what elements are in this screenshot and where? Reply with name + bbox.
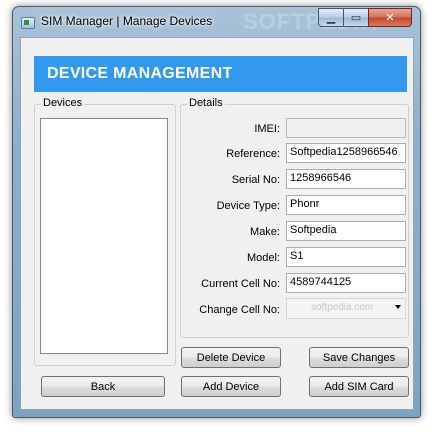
title-bar[interactable]: SIM Manager | Manage Devices SOFTPEDIA ▁… [13, 7, 420, 37]
imei-label: IMEI: [254, 123, 280, 135]
add-sim-card-button[interactable]: Add SIM Card [309, 376, 409, 397]
minimize-icon: ▁ [326, 12, 336, 24]
app-icon [21, 17, 35, 29]
serial-label: Serial No: [231, 174, 280, 186]
app-window: SIM Manager | Manage Devices SOFTPEDIA ▁… [12, 6, 421, 418]
devices-group-label: Devices [41, 97, 85, 109]
window-title: SIM Manager | Manage Devices [41, 14, 213, 28]
make-field[interactable]: Softpedia [286, 221, 406, 241]
current-cell-label: Current Cell No: [201, 278, 280, 290]
delete-device-button[interactable]: Delete Device [181, 347, 281, 368]
serial-field[interactable]: 1258966546 [286, 169, 406, 189]
maximize-button[interactable]: ▭ [343, 8, 369, 27]
imei-field[interactable] [286, 118, 406, 138]
devices-list[interactable] [40, 118, 168, 354]
combo-watermark: softpedia.com [311, 302, 374, 313]
make-label: Make: [250, 226, 280, 238]
device-type-label: Device Type: [216, 200, 280, 212]
chevron-down-icon [395, 305, 401, 309]
model-field[interactable]: S1 [286, 247, 406, 267]
add-device-button[interactable]: Add Device [181, 376, 281, 397]
client-area: DEVICE MANAGEMENT Devices Details IMEI: … [20, 37, 414, 410]
minimize-button[interactable]: ▁ [318, 8, 344, 27]
device-type-field[interactable]: Phonr [286, 195, 406, 215]
close-button[interactable]: ✕ [368, 8, 412, 27]
change-cell-select[interactable]: softpedia.com [286, 298, 406, 319]
maximize-icon: ▭ [350, 12, 362, 24]
change-cell-label: Change Cell No: [199, 304, 280, 316]
model-label: Model: [246, 252, 280, 264]
page-banner: DEVICE MANAGEMENT [34, 56, 407, 92]
close-icon: ✕ [385, 12, 395, 24]
reference-label: Reference: [226, 148, 280, 160]
back-button[interactable]: Back [41, 376, 165, 397]
details-group-label: Details [187, 97, 225, 109]
save-changes-button[interactable]: Save Changes [309, 347, 409, 368]
current-cell-field[interactable]: 4589744125 [286, 273, 406, 293]
reference-field[interactable]: Softpedia1258966546 [286, 143, 406, 163]
